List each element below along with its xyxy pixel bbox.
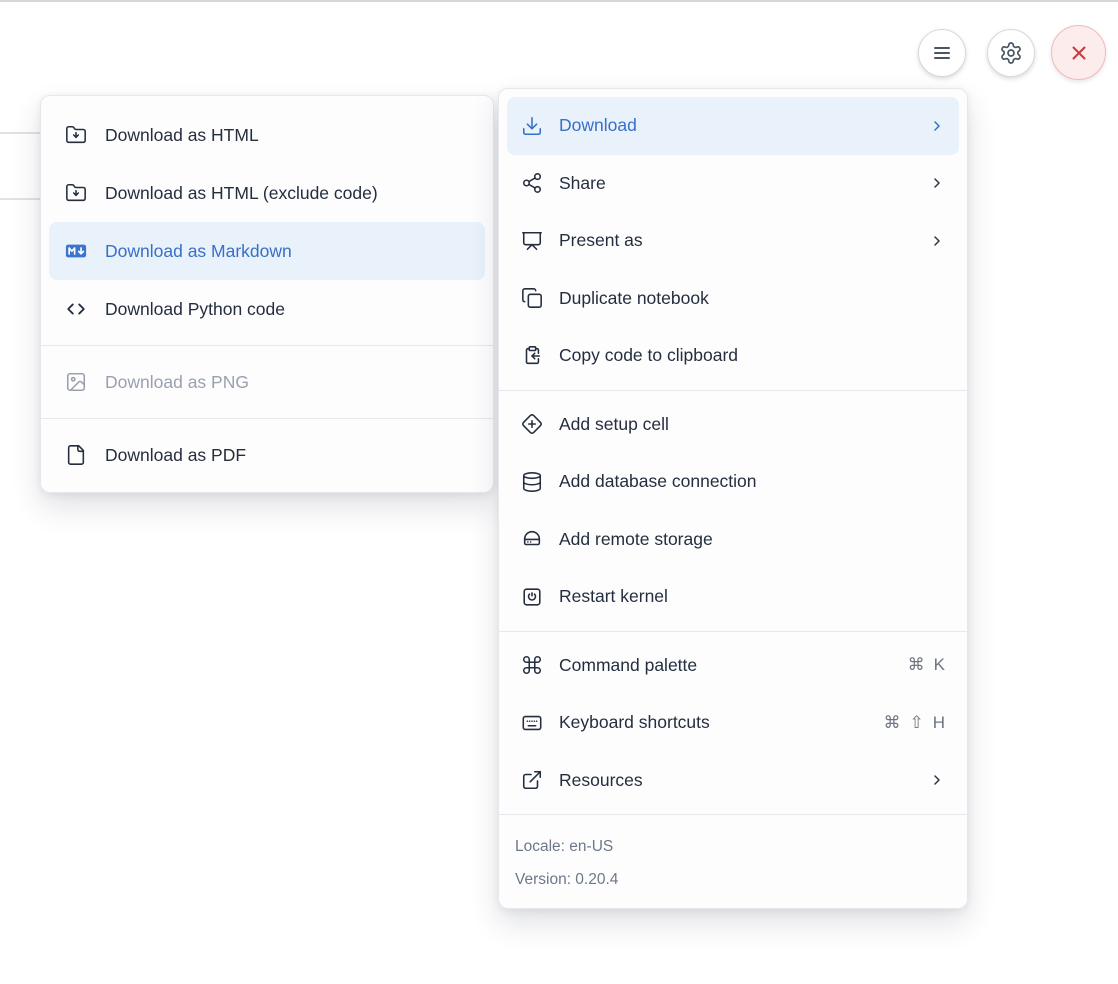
gear-icon — [999, 41, 1023, 65]
locale-text: Locale: en-US — [515, 830, 951, 863]
download-icon — [521, 115, 543, 137]
shortcut-key: ⌘ — [883, 713, 900, 733]
menu-item-download[interactable]: Download — [507, 97, 959, 155]
menu-item-label: Download as PDF — [105, 445, 246, 466]
menu-item-download-markdown[interactable]: Download as Markdown — [49, 222, 485, 280]
copy-icon — [521, 287, 543, 309]
download-submenu: Download as HTML Download as HTML (exclud… — [40, 95, 494, 493]
shortcut-keys: ⌘ ⇧ H — [874, 713, 945, 733]
menu-item-add-remote-storage[interactable]: Add remote storage — [507, 511, 959, 569]
chevron-right-icon — [929, 175, 945, 191]
menu-footer: Locale: en-US Version: 0.20.4 — [499, 820, 967, 908]
menu-item-download-png: Download as PNG — [49, 353, 485, 411]
code-icon — [65, 298, 87, 320]
menu-item-add-database-connection[interactable]: Add database connection — [507, 453, 959, 511]
clipboard-arrow-icon — [521, 345, 543, 367]
share-icon — [521, 172, 543, 194]
command-icon — [521, 654, 543, 676]
shortcut-key: ⇧ — [909, 713, 923, 733]
external-link-icon — [521, 769, 543, 791]
menu-separator — [41, 345, 493, 346]
menu-item-command-palette[interactable]: Command palette⌘K — [507, 637, 959, 695]
menu-item-label: Download as PNG — [105, 372, 249, 393]
menu-item-keyboard-shortcuts[interactable]: Keyboard shortcuts ⌘ ⇧ H — [507, 694, 959, 752]
folder-down-icon — [65, 182, 87, 204]
menu-item-label: Add remote storage — [559, 529, 713, 550]
menu-item-label: Command palette — [559, 655, 697, 676]
menu-item-label: Share — [559, 173, 606, 194]
menu-item-label: Add database connection — [559, 471, 757, 492]
menu-item-label: Keyboard shortcuts — [559, 712, 710, 733]
menu-separator — [499, 631, 967, 632]
hamburger-icon — [930, 41, 954, 65]
background-cell-border — [0, 132, 40, 134]
keyboard-icon — [521, 712, 543, 734]
menu-item-label: Download as HTML — [105, 125, 259, 146]
menu-item-resources[interactable]: Resources — [507, 752, 959, 810]
power-square-icon — [521, 586, 543, 608]
menu-item-download-python[interactable]: Download Python code — [49, 280, 485, 338]
menu-item-label: Copy code to clipboard — [559, 345, 738, 366]
notebook-actions-menu: Download Share Present as Duplicate noteboo… — [498, 88, 968, 909]
image-icon — [65, 371, 87, 393]
diamond-plus-icon — [521, 413, 543, 435]
menu-item-label: Download — [559, 115, 637, 136]
menu-item-present-as[interactable]: Present as — [507, 212, 959, 270]
notebook-menu-button[interactable] — [918, 29, 966, 77]
menu-item-label: Present as — [559, 230, 643, 251]
database-icon — [521, 471, 543, 493]
shutdown-button[interactable] — [1051, 25, 1106, 80]
close-icon — [1067, 41, 1091, 65]
menu-item-download-pdf[interactable]: Download as PDF — [49, 426, 485, 484]
menu-item-label: Restart kernel — [559, 586, 668, 607]
menu-item-label: Download Python code — [105, 299, 285, 320]
menu-separator — [499, 814, 967, 815]
shortcut-key: K — [934, 655, 945, 675]
marimo-notebook-page: Download as HTML Download as HTML (exclud… — [0, 0, 1118, 984]
shortcut-key: ⌘ — [908, 655, 925, 675]
menu-item-download-html[interactable]: Download as HTML — [49, 106, 485, 164]
hard-drive-icon — [521, 528, 543, 550]
menu-separator — [499, 390, 967, 391]
file-icon — [65, 444, 87, 466]
chevron-right-icon — [929, 772, 945, 788]
menu-separator — [41, 418, 493, 419]
menu-item-label: Resources — [559, 770, 643, 791]
shortcut-keys: ⌘K — [899, 655, 945, 675]
settings-button[interactable] — [987, 29, 1035, 77]
menu-item-restart-kernel[interactable]: Restart kernel — [507, 568, 959, 626]
menu-item-duplicate-notebook[interactable]: Duplicate notebook — [507, 270, 959, 328]
menu-item-label: Download as Markdown — [105, 241, 292, 262]
chevron-right-icon — [929, 118, 945, 134]
menu-item-label: Duplicate notebook — [559, 288, 709, 309]
presentation-icon — [521, 230, 543, 252]
menu-item-add-setup-cell[interactable]: Add setup cell — [507, 396, 959, 454]
menu-item-label: Download as HTML (exclude code) — [105, 183, 378, 204]
menu-item-label: Add setup cell — [559, 414, 669, 435]
shortcut-key: H — [933, 713, 945, 733]
version-text: Version: 0.20.4 — [515, 863, 951, 896]
page-top-border — [0, 0, 1118, 2]
menu-item-copy-code[interactable]: Copy code to clipboard — [507, 327, 959, 385]
markdown-badge-icon — [65, 240, 87, 262]
folder-down-icon — [65, 124, 87, 146]
chevron-right-icon — [929, 233, 945, 249]
menu-item-share[interactable]: Share — [507, 155, 959, 213]
background-cell-border — [0, 198, 40, 200]
menu-item-download-html-exclude-code[interactable]: Download as HTML (exclude code) — [49, 164, 485, 222]
